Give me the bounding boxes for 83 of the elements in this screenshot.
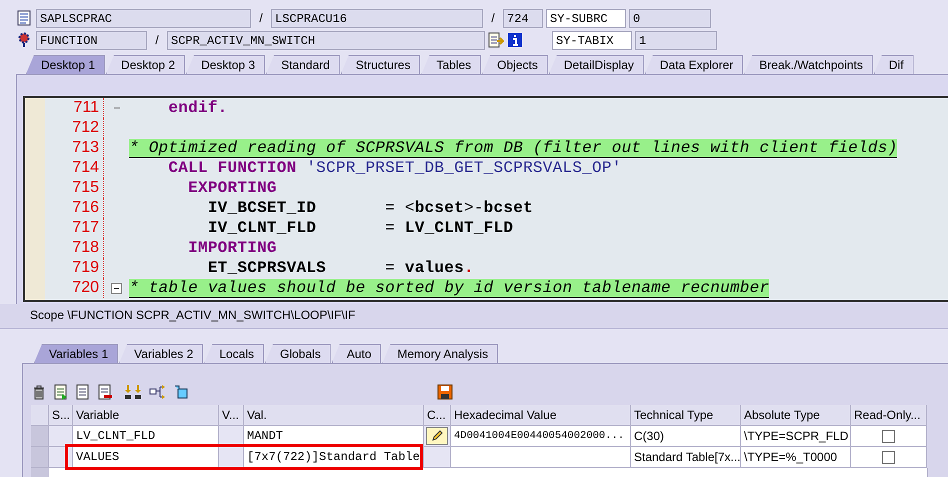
event-name-field: SCPR_ACTIV_MN_SWITCH xyxy=(167,30,485,50)
line-number: 720 xyxy=(45,278,104,298)
pencil-icon xyxy=(431,430,443,442)
tab[interactable]: Dif xyxy=(874,55,914,74)
arrows-down-icon[interactable] xyxy=(125,384,143,400)
fold-line-icon xyxy=(114,107,120,109)
column-header[interactable]: V... xyxy=(219,405,244,426)
tab[interactable]: Standard xyxy=(266,55,340,74)
scope-bar: Scope \FUNCTION SCPR_ACTIV_MN_SWITCH\LOOP\IF\IF xyxy=(0,304,948,329)
column-header[interactable]: Read-Only... xyxy=(851,405,927,426)
tab[interactable]: Memory Analysis xyxy=(382,344,498,363)
table-cell: Standard Table[7x... xyxy=(631,447,741,468)
column-header[interactable]: Technical Type xyxy=(631,405,741,426)
tag-icon[interactable] xyxy=(173,384,189,400)
separator: / xyxy=(154,33,160,47)
line-number: 712 xyxy=(45,118,104,138)
column-header[interactable]: Absolute Type xyxy=(741,405,851,426)
trash-icon[interactable] xyxy=(31,384,47,400)
code-line: IV_CLNT_FLD = LV_CLNT_FLD xyxy=(206,218,514,238)
column-header[interactable]: Val. xyxy=(244,405,424,426)
table-cell xyxy=(49,426,73,447)
column-header[interactable]: S... xyxy=(49,405,73,426)
field-value: 1 xyxy=(635,30,717,50)
tab[interactable]: Auto xyxy=(332,344,382,363)
separator: / xyxy=(490,11,496,25)
tab[interactable]: Locals xyxy=(204,344,264,363)
line-number: 718 xyxy=(45,238,104,258)
tab[interactable]: Break./Watchpoints xyxy=(744,55,873,74)
table-cell: \TYPE=%_T0000 xyxy=(741,447,851,468)
line-number: 719 xyxy=(45,258,104,278)
code-line: ET_SCPRSVALS = values. xyxy=(206,258,474,278)
tab[interactable]: Desktop 1 xyxy=(26,55,106,74)
tab[interactable]: DetailDisplay xyxy=(548,55,644,74)
line-number: 716 xyxy=(45,198,104,218)
tab[interactable]: Structures xyxy=(340,55,420,74)
code-line: IV_BCSET_ID = <bcset>-bcset xyxy=(206,198,533,218)
include-field: LSCPRACU16 xyxy=(271,8,483,28)
field-value: 0 xyxy=(629,8,711,28)
collapse-icon[interactable] xyxy=(111,282,122,294)
corner-cell[interactable] xyxy=(31,405,49,426)
tab[interactable]: Variables 1 xyxy=(34,344,118,363)
code-line: endif. xyxy=(167,98,228,118)
document-arrow-icon[interactable] xyxy=(488,32,504,48)
table-cell: \TYPE=SCPR_FLD xyxy=(741,426,851,447)
tab[interactable]: Variables 2 xyxy=(119,344,204,363)
separator: / xyxy=(258,11,264,25)
line-number: 714 xyxy=(45,158,104,178)
event-type-field: FUNCTION xyxy=(36,30,147,50)
field-name[interactable]: SY-SUBRC xyxy=(546,8,626,28)
gear-icon xyxy=(17,32,31,48)
document-icon[interactable] xyxy=(97,384,113,400)
table-cell: [7x7(722)]Standard Table xyxy=(244,447,424,468)
code-line: EXPORTING xyxy=(187,178,277,198)
tab[interactable]: Desktop 2 xyxy=(106,55,186,74)
line-number: 717 xyxy=(45,218,104,238)
info-icon[interactable] xyxy=(507,32,523,48)
tab[interactable]: Globals xyxy=(265,344,331,363)
tab[interactable]: Objects xyxy=(482,55,548,74)
table-cell: VALUES xyxy=(73,447,219,468)
line-number: 713 xyxy=(45,138,104,158)
table-cell xyxy=(219,447,244,468)
table-cell: 4D0041004E00440054002000... xyxy=(451,426,631,447)
table-cell: C(30) xyxy=(631,426,741,447)
save-icon[interactable] xyxy=(437,384,453,400)
code-line: IMPORTING xyxy=(187,238,277,258)
program-field: SAPLSCPRAC xyxy=(36,8,251,28)
field-name[interactable]: SY-TABIX xyxy=(552,30,632,50)
checkbox[interactable] xyxy=(882,430,895,442)
tab[interactable]: Desktop 3 xyxy=(186,55,266,74)
document-icon[interactable] xyxy=(75,384,91,400)
document-icon[interactable] xyxy=(53,384,69,400)
line-number: 711 xyxy=(45,98,104,118)
line-field: 724 xyxy=(503,8,543,28)
line-number: 715 xyxy=(45,178,104,198)
column-header[interactable]: C... xyxy=(424,405,451,426)
checkbox[interactable] xyxy=(882,450,895,464)
code-line: CALL FUNCTION 'SCPR_PRSET_DB_GET_SCPRSVALS_OP' xyxy=(167,158,622,178)
network-icon[interactable] xyxy=(149,384,167,400)
column-header[interactable]: Hexadecimal Value xyxy=(451,405,631,426)
tab[interactable]: Tables xyxy=(421,55,482,74)
program-icon xyxy=(17,10,31,26)
tab[interactable]: Data Explorer xyxy=(644,55,744,74)
column-header[interactable]: Variable xyxy=(73,405,219,426)
